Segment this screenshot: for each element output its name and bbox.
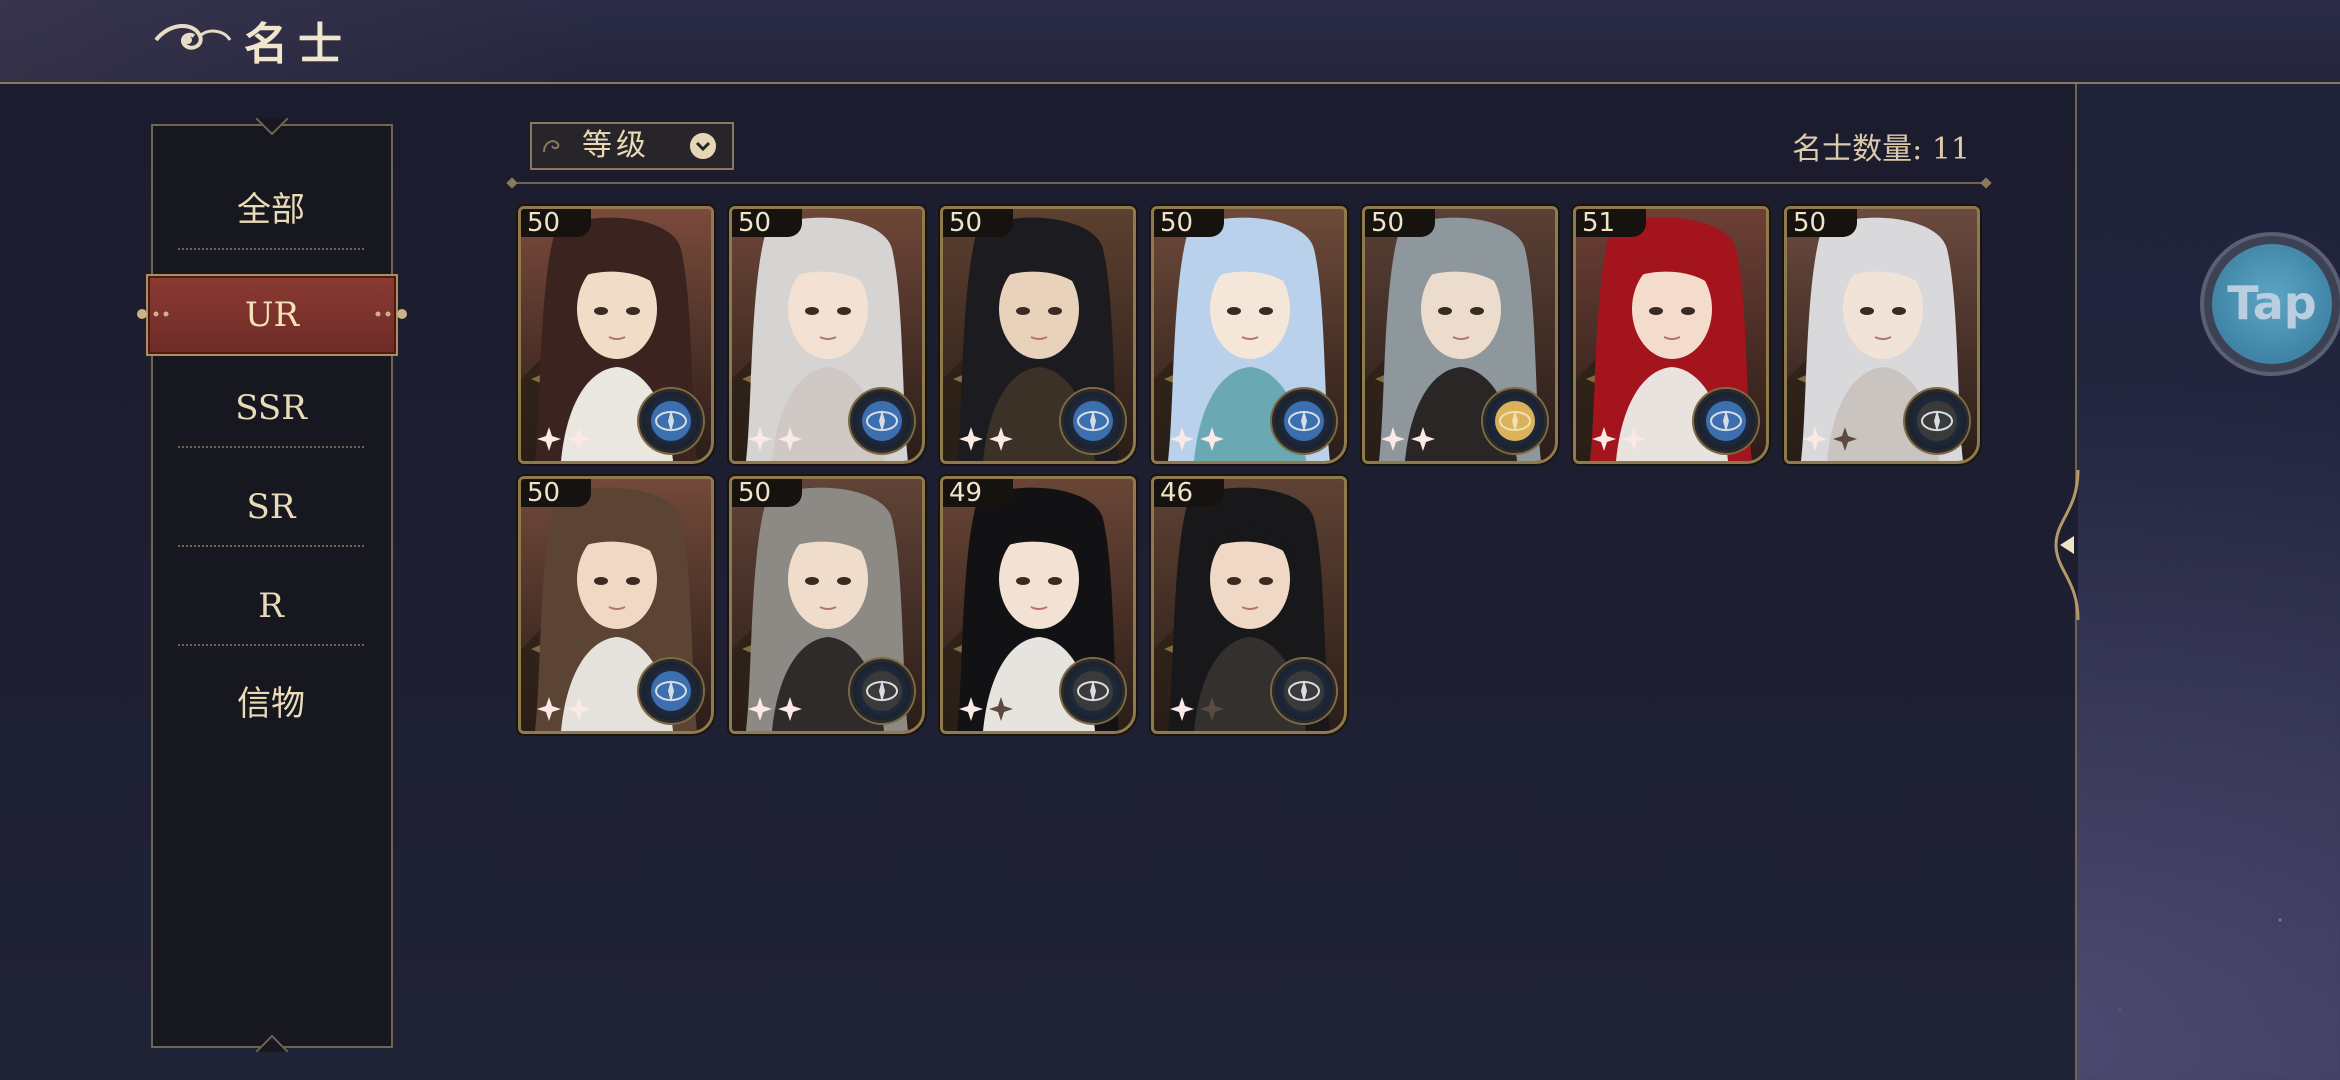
- hero-level: 46: [1154, 479, 1224, 507]
- star-rating-icon: [1170, 697, 1224, 721]
- star-rating-icon: [1381, 427, 1435, 451]
- hero-count-label: 名士数量:: [1792, 132, 1932, 167]
- hero-count-value: 11: [1931, 132, 1970, 167]
- sidebar-ornament: [256, 118, 288, 136]
- page-title: 名士: [244, 19, 352, 70]
- sort-dropdown[interactable]: 等级: [530, 122, 734, 170]
- divider-line: [512, 182, 1986, 184]
- sidebar-item-ssr[interactable]: SSR: [178, 378, 364, 448]
- faction-badge-icon: [1272, 659, 1336, 723]
- star-rating-icon: [959, 697, 1013, 721]
- star-rating-icon: [748, 697, 802, 721]
- cloud-ornament-icon: [543, 140, 560, 153]
- star-rating-icon: [1170, 427, 1224, 451]
- cloud-swirl-icon: [154, 24, 232, 50]
- star-rating-icon: [748, 427, 802, 451]
- faction-badge-icon: [1694, 389, 1758, 453]
- hero-card[interactable]: 49: [940, 476, 1136, 734]
- hero-level: 50: [521, 209, 591, 237]
- star-rating-icon: [537, 697, 591, 721]
- sidebar-item-sr[interactable]: SR: [178, 477, 364, 547]
- hero-level: 50: [732, 479, 802, 507]
- faction-badge-icon: [639, 389, 703, 453]
- hero-card[interactable]: 50: [1151, 206, 1347, 464]
- hero-card[interactable]: 50: [729, 206, 925, 464]
- header-bar: 名士: [0, 0, 2340, 84]
- hero-level: 51: [1576, 209, 1646, 237]
- sidebar-item-label: SR: [246, 487, 296, 527]
- chevron-down-icon: [690, 133, 716, 159]
- faction-badge-icon: [1905, 389, 1969, 453]
- hero-card[interactable]: 50: [518, 206, 714, 464]
- hero-card[interactable]: 50: [1362, 206, 1558, 464]
- hero-level: 50: [1787, 209, 1857, 237]
- faction-badge-icon: [639, 659, 703, 723]
- faction-badge-icon: [1483, 389, 1547, 453]
- hero-card[interactable]: 50: [518, 476, 714, 734]
- sidebar-ornament: [256, 1034, 288, 1052]
- sidebar-item-r[interactable]: R: [178, 576, 364, 646]
- tap-label: Tap: [2227, 276, 2317, 330]
- dots-ornament-icon: [375, 309, 407, 319]
- sidebar-item-label: R: [258, 586, 284, 626]
- hero-card[interactable]: 50: [940, 206, 1136, 464]
- hero-card[interactable]: 50: [729, 476, 925, 734]
- faction-badge-icon: [850, 659, 914, 723]
- star-rating-icon: [1803, 427, 1857, 451]
- sort-dropdown-label: 等级: [582, 128, 650, 163]
- tap-floating-button[interactable]: Tap: [2200, 232, 2340, 376]
- hero-level: 49: [943, 479, 1013, 507]
- star-rating-icon: [537, 427, 591, 451]
- hero-level: 50: [732, 209, 802, 237]
- hero-card[interactable]: 46: [1151, 476, 1347, 734]
- faction-badge-icon: [1061, 389, 1125, 453]
- hero-card[interactable]: 50: [1784, 206, 1980, 464]
- sidebar-item-all[interactable]: 全部: [178, 180, 364, 250]
- faction-badge-icon: [850, 389, 914, 453]
- hero-level: 50: [521, 479, 591, 507]
- sidebar-item-label: UR: [244, 295, 300, 335]
- sidebar-item-label: 全部: [237, 190, 305, 230]
- sidebar-item-label: SSR: [235, 388, 307, 428]
- sidebar-item-ur[interactable]: UR: [137, 274, 407, 356]
- hero-level: 50: [1365, 209, 1435, 237]
- collapse-arrow-icon[interactable]: [2048, 470, 2088, 620]
- faction-badge-icon: [1061, 659, 1125, 723]
- hero-level: 50: [1154, 209, 1224, 237]
- sidebar-item-tokens[interactable]: 信物: [178, 674, 364, 734]
- hero-level: 50: [943, 209, 1013, 237]
- star-rating-icon: [959, 427, 1013, 451]
- faction-badge-icon: [1272, 389, 1336, 453]
- hero-card[interactable]: 51: [1573, 206, 1769, 464]
- star-rating-icon: [1592, 427, 1646, 451]
- hero-count: 名士数量: 11: [1700, 124, 1970, 168]
- sidebar-item-label: 信物: [237, 684, 305, 724]
